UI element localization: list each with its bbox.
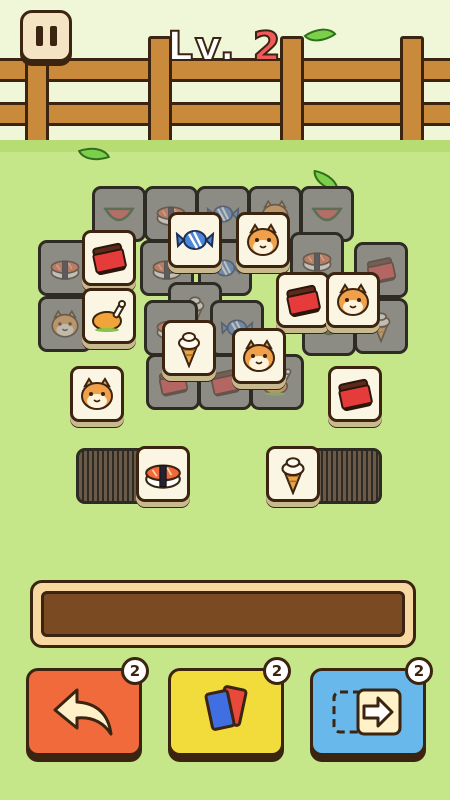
undo-count-badge: 2 — [121, 657, 149, 685]
roast-chicken-icon — [89, 296, 129, 336]
hamster-icon — [243, 220, 283, 260]
hamster-icon — [77, 374, 117, 414]
pause-button[interactable] — [20, 10, 72, 62]
ice-cream-icon — [272, 453, 314, 495]
tile-tray — [30, 580, 416, 648]
shuffle-button[interactable]: 2 — [168, 657, 291, 756]
undo-button[interactable]: 2 — [26, 657, 149, 756]
chocolate-icon — [283, 280, 323, 320]
right-stack-top-tile[interactable] — [266, 446, 320, 502]
tile-chocolate[interactable] — [328, 366, 382, 422]
level-prefix: Lv. — [166, 23, 237, 71]
hamster-icon — [333, 280, 373, 320]
chocolate-icon — [335, 374, 375, 414]
hamster-icon — [239, 336, 279, 376]
tile-ice-cream[interactable] — [162, 320, 216, 376]
tile-candy[interactable] — [168, 212, 222, 268]
candy-icon — [175, 220, 215, 260]
move-out-button[interactable]: 2 — [310, 657, 433, 756]
left-stack-top-tile[interactable] — [136, 446, 190, 502]
tile-hamster[interactable] — [236, 212, 290, 268]
grass-strip — [0, 140, 450, 152]
chocolate-icon — [89, 238, 129, 278]
ice-cream-icon — [169, 328, 209, 368]
pause-icon-bar — [49, 26, 57, 46]
tile-tray-slots — [41, 591, 405, 637]
watermelon-icon — [102, 197, 136, 231]
hamster-icon — [48, 307, 82, 341]
move-out-icon — [332, 688, 402, 736]
undo-arrow-icon — [53, 688, 113, 736]
fence-rail — [0, 102, 450, 126]
tile-chocolate[interactable] — [82, 230, 136, 286]
tile-chocolate[interactable] — [276, 272, 330, 328]
pause-icon — [35, 26, 43, 46]
cards-icon — [204, 685, 248, 731]
move-out-count-badge: 2 — [405, 657, 433, 685]
tile-hamster[interactable] — [232, 328, 286, 384]
fence-post — [400, 36, 424, 148]
tile-hamster[interactable] — [326, 272, 380, 328]
sushi-icon — [142, 453, 184, 495]
sushi-icon — [48, 251, 82, 285]
tile-hamster[interactable] — [70, 366, 124, 422]
level-number: 2 — [252, 23, 283, 71]
level-title: Lv. 2 — [150, 23, 300, 74]
shuffle-count-badge: 2 — [263, 657, 291, 685]
tile-roast-chicken[interactable] — [82, 288, 136, 344]
watermelon-icon — [310, 197, 344, 231]
